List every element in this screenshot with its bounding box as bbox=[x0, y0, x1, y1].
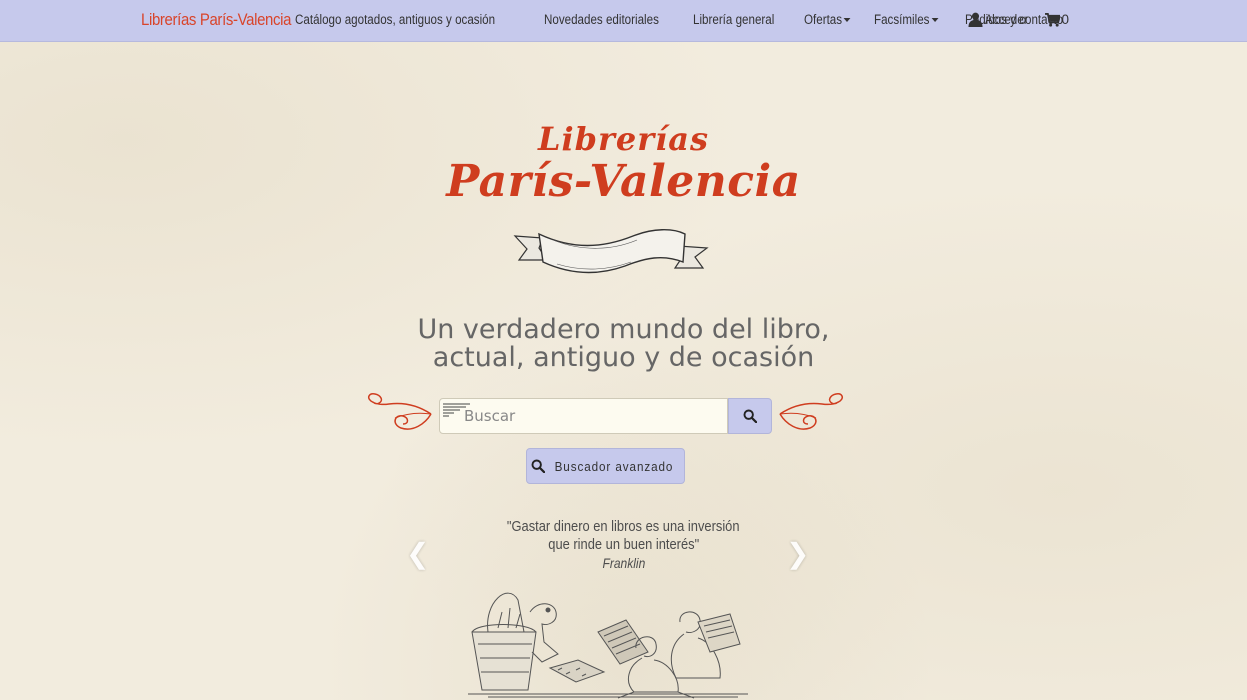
nav-dropdown-facsimiles[interactable]: Facsímiles bbox=[874, 12, 939, 27]
advanced-search-label: Buscador avanzado bbox=[554, 458, 674, 474]
cart-icon bbox=[1044, 12, 1060, 27]
cart-link[interactable]: 0 bbox=[1044, 12, 1070, 27]
brand-link[interactable]: Librerías París-Valencia bbox=[141, 10, 291, 30]
search-input[interactable] bbox=[440, 399, 727, 433]
search-button[interactable] bbox=[728, 398, 772, 434]
site-logo: Librerías París-Valencia bbox=[0, 120, 1247, 207]
flourish-left-icon bbox=[367, 393, 432, 430]
nav-link-novedades[interactable]: Novedades editoriales bbox=[544, 12, 659, 27]
user-icon bbox=[968, 12, 983, 27]
quote-line-1: "Gastar dinero en libros es una inversió… bbox=[507, 518, 740, 535]
quote-line-2: que rinde un buen interés" bbox=[548, 536, 699, 553]
top-navbar: Librerías París-Valencia Catálogo agotad… bbox=[0, 0, 1247, 42]
flourish-right-icon bbox=[779, 393, 844, 430]
search-icon bbox=[743, 409, 757, 423]
ribbon-banner-icon bbox=[513, 229, 709, 274]
login-link[interactable]: Acceder bbox=[968, 12, 1035, 27]
advanced-search-button[interactable]: Buscador avanzado bbox=[526, 448, 685, 484]
tagline-line-1: Un verdadero mundo del libro, bbox=[417, 314, 830, 345]
caret-down-icon bbox=[843, 18, 851, 23]
search-field bbox=[439, 398, 728, 434]
nav-link-libreria-general[interactable]: Librería general bbox=[693, 12, 774, 27]
search-icon bbox=[531, 459, 546, 473]
nav-right: Acceder 0 bbox=[968, 12, 1069, 27]
logo-line-2: París-Valencia bbox=[446, 156, 801, 207]
quote-carousel: "Gastar dinero en libros es una inversió… bbox=[0, 518, 1247, 572]
logo-line-1: Librerías bbox=[537, 120, 709, 158]
cart-count: 0 bbox=[1061, 12, 1070, 27]
nav-link-catalogo[interactable]: Catálogo agotados, antiguos y ocasión bbox=[295, 12, 495, 27]
caret-down-icon bbox=[931, 18, 939, 23]
reading-figures-illustration bbox=[468, 592, 748, 699]
tagline-line-2: actual, antiguo y de ocasión bbox=[432, 342, 815, 373]
quote-author: Franklin bbox=[602, 555, 645, 571]
nav-dropdown-ofertas[interactable]: Ofertas bbox=[804, 12, 851, 27]
tagline: Un verdadero mundo del libro, actual, an… bbox=[0, 316, 1247, 372]
